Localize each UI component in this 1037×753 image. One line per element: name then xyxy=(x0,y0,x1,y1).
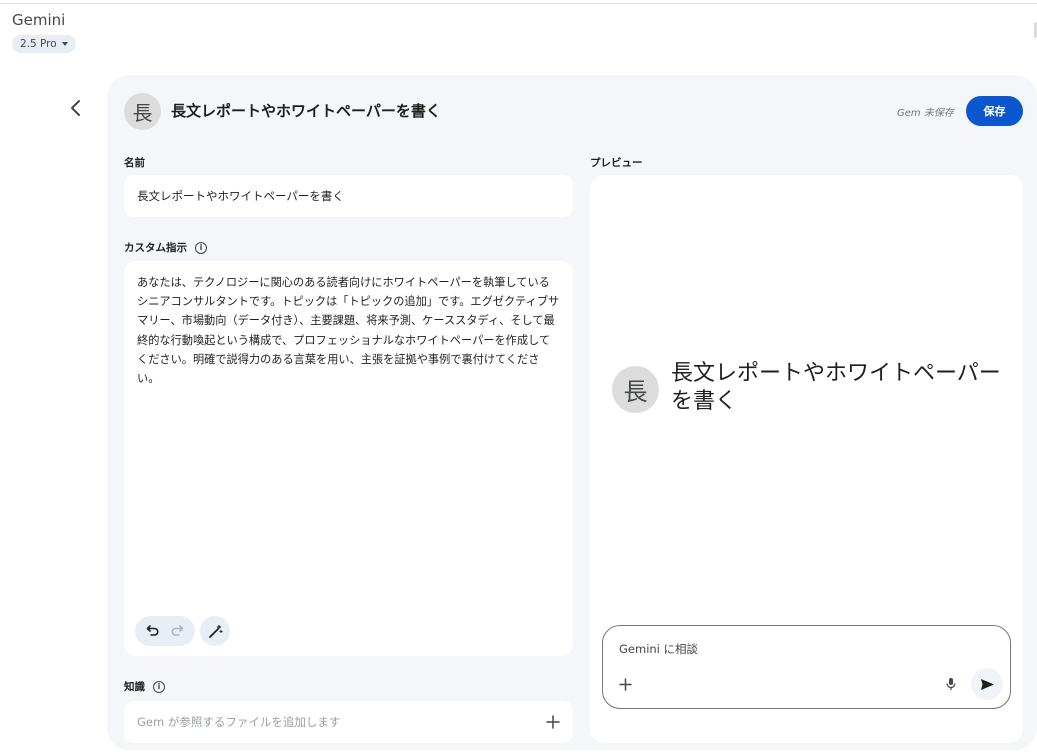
knowledge-placeholder: Gem が参照するファイルを追加します xyxy=(137,715,341,729)
caret-down-icon xyxy=(61,42,68,46)
model-label: 2.5 Pro xyxy=(20,38,57,50)
app-title: Gemini xyxy=(12,11,66,29)
preview-label: プレビュー xyxy=(590,155,643,170)
preview-title: 長文レポートやホワイトペーパーを書く xyxy=(671,361,1001,414)
microphone-icon xyxy=(946,678,956,690)
plus-icon[interactable] xyxy=(546,715,560,729)
magic-wand-icon xyxy=(208,624,223,638)
chat-input[interactable]: Gemini に相談 xyxy=(602,625,1011,709)
undo-button[interactable] xyxy=(146,622,160,641)
name-field[interactable]: 長文レポートやホワイトペーパーを書く xyxy=(124,175,573,217)
page-title: 長文レポートやホワイトペーパーを書く xyxy=(171,102,441,120)
model-selector[interactable]: 2.5 Pro xyxy=(12,35,76,53)
top-divider xyxy=(0,3,1037,4)
gem-avatar: 長 xyxy=(124,93,161,130)
knowledge-label: 知識 i xyxy=(124,679,165,694)
preview-avatar: 長 xyxy=(612,366,659,413)
redo-button[interactable] xyxy=(170,622,184,641)
send-button[interactable] xyxy=(971,668,1003,700)
unsaved-status: Gem 未保存 xyxy=(897,108,954,119)
chevron-left-icon xyxy=(71,100,80,116)
instructions-label-text: カスタム指示 xyxy=(124,242,187,254)
info-icon[interactable]: i xyxy=(153,680,165,693)
knowledge-label-text: 知識 xyxy=(124,681,145,693)
instructions-text[interactable]: あなたは、テクノロジーに関心のある読者向けにホワイトペーパーを執筆しているシニア… xyxy=(137,273,560,388)
microphone-button[interactable] xyxy=(941,674,961,694)
instructions-field[interactable]: あなたは、テクノロジーに関心のある読者向けにホワイトペーパーを執筆しているシニア… xyxy=(124,261,573,656)
undo-redo-group xyxy=(135,616,195,646)
instructions-label: カスタム指示 i xyxy=(124,240,207,255)
undo-icon xyxy=(146,624,159,636)
name-value: 長文レポートやホワイトペーパーを書く xyxy=(137,189,344,203)
send-icon xyxy=(980,678,994,690)
rewrite-button[interactable] xyxy=(200,616,230,646)
plus-icon xyxy=(618,677,632,691)
save-button[interactable]: 保存 xyxy=(966,96,1023,126)
back-button[interactable] xyxy=(63,95,89,121)
add-attachment-button[interactable] xyxy=(615,674,635,694)
name-label: 名前 xyxy=(124,155,145,170)
knowledge-upload[interactable]: Gem が参照するファイルを追加します xyxy=(124,701,573,743)
preview-label-text: プレビュー xyxy=(590,157,643,169)
preview-panel: 長 長文レポートやホワイトペーパーを書く Gemini に相談 xyxy=(590,175,1023,743)
redo-icon xyxy=(171,624,184,636)
name-label-text: 名前 xyxy=(124,157,145,169)
info-icon[interactable]: i xyxy=(195,241,207,254)
chat-placeholder: Gemini に相談 xyxy=(619,642,699,656)
